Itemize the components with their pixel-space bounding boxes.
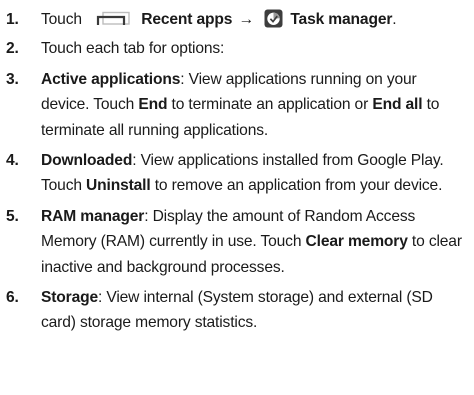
recent-apps-label: Recent apps bbox=[141, 11, 233, 28]
task-manager-icon bbox=[264, 9, 283, 28]
step-4: 4. Downloaded: View applications install… bbox=[6, 148, 468, 199]
arrow-glyph: → bbox=[238, 11, 255, 28]
step-text: to remove an application from your devic… bbox=[150, 177, 443, 195]
step-3: 3. Active applications: View application… bbox=[6, 67, 468, 143]
step-5: 5. RAM manager: Display the amount of Ra… bbox=[6, 204, 468, 280]
step-text: : View internal (System storage) and ext… bbox=[41, 289, 433, 332]
step-6: 6. Storage: View internal (System storag… bbox=[6, 285, 468, 336]
step-title: Storage bbox=[41, 289, 99, 307]
step-number: 3. bbox=[6, 70, 19, 88]
uninstall-term: Uninstall bbox=[86, 177, 151, 195]
step-title: Downloaded bbox=[41, 152, 133, 170]
step-number: 5. bbox=[6, 207, 19, 225]
step-text: Touch each tab for options: bbox=[41, 40, 225, 58]
end-term: End bbox=[138, 96, 168, 114]
step-1: 1. Touch Recent apps → Task manager. bbox=[6, 7, 468, 32]
step-number: 4. bbox=[6, 152, 19, 170]
recent-apps-icon bbox=[90, 9, 134, 27]
step-title: Active applications bbox=[41, 70, 181, 88]
instruction-list: 1. Touch Recent apps → Task manager. 2. … bbox=[6, 7, 468, 336]
step-number: 6. bbox=[6, 289, 19, 307]
step-title: RAM manager bbox=[41, 207, 145, 225]
end-all-term: End all bbox=[372, 96, 423, 114]
task-manager-label: Task manager bbox=[290, 11, 393, 28]
step-number: 1. bbox=[6, 11, 19, 28]
period: . bbox=[392, 11, 397, 28]
step-text: to terminate an application or bbox=[167, 96, 373, 114]
step-text: Touch bbox=[41, 11, 82, 28]
document-page: 1. Touch Recent apps → Task manager. 2. … bbox=[0, 0, 474, 395]
clear-memory-term: Clear memory bbox=[305, 233, 408, 251]
step-number: 2. bbox=[6, 40, 19, 58]
step-2: 2. Touch each tab for options: bbox=[6, 36, 468, 61]
